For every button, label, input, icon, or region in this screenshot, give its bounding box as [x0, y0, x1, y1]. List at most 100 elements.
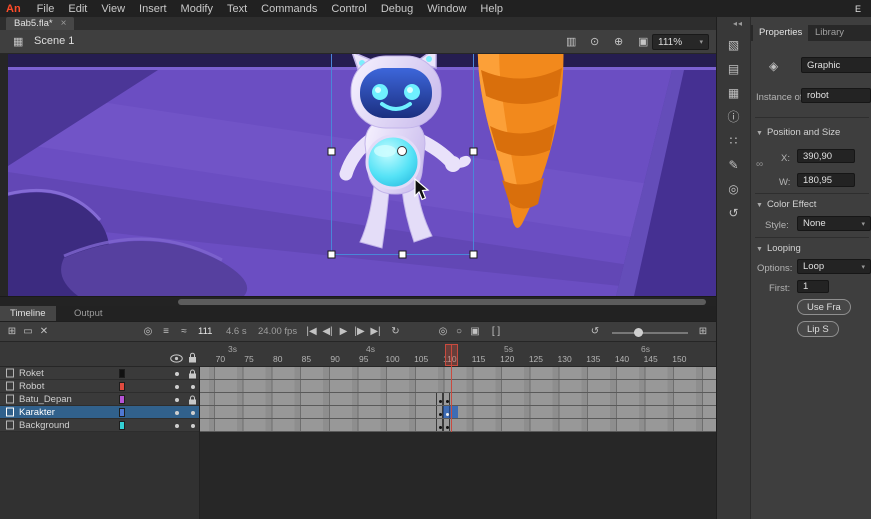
stage-canvas[interactable]	[8, 54, 716, 296]
zoom-select[interactable]: 111% ▾	[652, 34, 709, 50]
layer-lock-icon[interactable]	[188, 369, 197, 379]
keyframe-marker[interactable]	[436, 419, 443, 431]
transform-panel-icon[interactable]: ∷	[717, 129, 750, 153]
frame-rate-field[interactable]: 24.00 fps	[258, 323, 306, 341]
menu-modify[interactable]: Modify	[174, 3, 220, 15]
first-frame-icon[interactable]: |◀	[304, 323, 319, 341]
graph-editor-icon[interactable]: ≈	[176, 323, 192, 341]
delete-layer-icon[interactable]: ✕	[37, 323, 51, 341]
tab-library[interactable]: Library	[809, 25, 850, 41]
timeline-zoom-knob[interactable]	[634, 328, 643, 337]
lip-syncing-button[interactable]: Lip S	[797, 321, 839, 337]
layer-row-background[interactable]: Background	[0, 419, 199, 432]
play-icon[interactable]: ▶	[336, 323, 351, 341]
step-forward-icon[interactable]: |▶	[352, 323, 367, 341]
frame-track[interactable]	[200, 380, 716, 393]
history-panel-icon[interactable]: ↺	[717, 201, 750, 225]
layer-color-swatch[interactable]	[119, 395, 125, 404]
loop-dropdown[interactable]: Loop ▾	[797, 259, 871, 274]
tab-timeline[interactable]: Timeline	[0, 306, 56, 321]
keyframe-marker[interactable]	[443, 393, 450, 405]
layer-lock-icon[interactable]	[188, 395, 197, 405]
layer-visibility-dot[interactable]	[175, 372, 179, 376]
layer-lock-dot[interactable]	[191, 385, 195, 389]
menu-debug[interactable]: Debug	[374, 3, 420, 15]
lock-icon[interactable]	[188, 352, 197, 363]
collapse-panels-icon[interactable]: ◂◂	[733, 19, 743, 28]
menu-insert[interactable]: Insert	[132, 3, 174, 15]
swatches-panel-icon[interactable]: ▤	[717, 57, 750, 81]
layer-color-swatch[interactable]	[119, 421, 125, 430]
layer-color-swatch[interactable]	[119, 382, 125, 391]
section-looping[interactable]: ▼Looping	[756, 243, 801, 254]
camera-icon[interactable]: ▥	[566, 35, 576, 48]
new-layer-icon[interactable]: ⊞	[5, 323, 19, 341]
menu-control[interactable]: Control	[324, 3, 373, 15]
menu-edit[interactable]: Edit	[61, 3, 94, 15]
info-panel-icon[interactable]: ⓘ	[717, 105, 750, 129]
frame-track[interactable]	[200, 367, 716, 380]
window-controls[interactable]: E	[855, 4, 871, 14]
layer-visibility-dot[interactable]	[175, 398, 179, 402]
camera-panel-icon[interactable]: ◎	[717, 177, 750, 201]
align-panel-icon[interactable]: ▦	[717, 81, 750, 105]
reset-timeline-zoom-icon[interactable]: ↺	[588, 323, 602, 341]
timeline-zoom-slider[interactable]	[612, 332, 688, 334]
section-position-and-size[interactable]: ▼Position and Size	[756, 127, 840, 138]
scene-name[interactable]: Scene 1	[34, 35, 74, 47]
symbol-type-dropdown[interactable]: Graphic	[801, 57, 871, 73]
menu-file[interactable]: File	[30, 3, 62, 15]
document-tab[interactable]: Bab5.fla* ×	[6, 17, 74, 30]
layer-color-swatch[interactable]	[119, 369, 125, 378]
section-color-effect[interactable]: ▼Color Effect	[756, 199, 816, 210]
frame-track[interactable]	[200, 393, 716, 406]
keyframe-marker[interactable]	[436, 406, 443, 418]
keyframe-marker[interactable]	[436, 393, 443, 405]
center-frame-icon[interactable]: ⊙	[590, 35, 599, 48]
scrollbar-thumb[interactable]	[178, 299, 706, 305]
layer-lock-dot[interactable]	[191, 411, 195, 415]
first-frame-field[interactable]: 1	[797, 280, 829, 293]
style-dropdown[interactable]: None ▾	[797, 216, 871, 231]
app-logo[interactable]: An	[0, 3, 30, 15]
camera-toggle-icon[interactable]: ◎	[140, 323, 156, 341]
frame-track[interactable]	[200, 406, 716, 419]
use-frame-picker-button[interactable]: Use Fra	[797, 299, 851, 315]
brushes-panel-icon[interactable]: ✎	[717, 153, 750, 177]
frame-grid[interactable]	[200, 367, 716, 432]
step-back-icon[interactable]: ◀|	[320, 323, 335, 341]
keyframe-marker-selected[interactable]	[443, 406, 450, 418]
tab-properties[interactable]: Properties	[753, 25, 808, 41]
layer-row-karakter[interactable]: Karakter	[0, 406, 199, 419]
timeline-zoom-fit-icon[interactable]: ⊞	[696, 323, 710, 341]
advanced-layers-icon[interactable]: ≡	[158, 323, 174, 341]
transform-point[interactable]	[398, 147, 407, 156]
edit-multiple-frames-icon[interactable]: ▣	[468, 323, 482, 341]
modify-markers-icon[interactable]: [ ]	[486, 323, 506, 341]
keyframe-marker[interactable]	[443, 419, 450, 431]
lay­er-row-robot[interactable]: Robot	[0, 380, 199, 393]
loop-icon[interactable]: ↻	[388, 323, 403, 341]
menu-window[interactable]: Window	[420, 3, 473, 15]
menu-commands[interactable]: Commands	[254, 3, 324, 15]
new-folder-icon[interactable]: ▭	[21, 323, 35, 341]
layer-visibility-dot[interactable]	[175, 424, 179, 428]
stage-area[interactable]	[0, 54, 716, 296]
stage-horizontal-scrollbar[interactable]	[0, 296, 716, 306]
menu-text[interactable]: Text	[220, 3, 254, 15]
w-value-field[interactable]: 180,95	[797, 173, 855, 187]
tab-output[interactable]: Output	[64, 306, 113, 321]
onion-skin-icon[interactable]: ◎	[436, 323, 450, 341]
frame-track[interactable]	[200, 419, 716, 432]
color-panel-icon[interactable]: ▧	[717, 33, 750, 57]
menu-view[interactable]: View	[94, 3, 132, 15]
x-value-field[interactable]: 390,90	[797, 149, 855, 163]
layer-row-roket[interactable]: Roket	[0, 367, 199, 380]
layer-color-swatch[interactable]	[119, 408, 125, 417]
layer-visibility-dot[interactable]	[175, 385, 179, 389]
menu-help[interactable]: Help	[473, 3, 510, 15]
playhead-line[interactable]	[451, 344, 452, 432]
layer-row-batu-depan[interactable]: Batu_Depan	[0, 393, 199, 406]
clip-content-icon[interactable]: ▣	[638, 35, 648, 48]
eye-icon[interactable]	[170, 354, 183, 363]
